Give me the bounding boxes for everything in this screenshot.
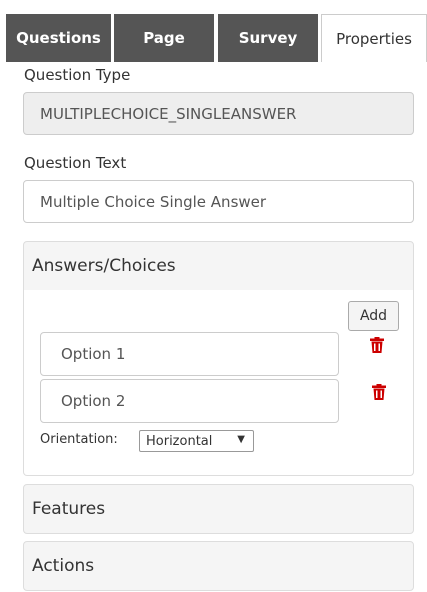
- dropdown-arrow-icon: ▼: [237, 434, 245, 445]
- tab-survey[interactable]: Survey: [218, 14, 318, 62]
- actions-panel-header[interactable]: Actions: [23, 541, 414, 591]
- tab-page[interactable]: Page: [114, 14, 214, 62]
- trash-icon[interactable]: [372, 384, 386, 400]
- orientation-value: Horizontal: [146, 433, 213, 449]
- question-type-label: Question Type: [24, 66, 131, 84]
- tab-properties[interactable]: Properties: [321, 14, 427, 62]
- orientation-select[interactable]: Horizontal ▼: [139, 430, 254, 452]
- option-input-1[interactable]: Option 1: [40, 332, 339, 376]
- question-text-input[interactable]: Multiple Choice Single Answer: [23, 180, 414, 223]
- add-option-button[interactable]: Add: [348, 301, 399, 331]
- trash-icon[interactable]: [370, 337, 384, 353]
- option-input-2[interactable]: Option 2: [40, 379, 339, 423]
- question-text-label: Question Text: [24, 154, 127, 172]
- tab-bar: Questions Page Survey Properties: [0, 14, 427, 62]
- features-panel-header[interactable]: Features: [23, 484, 414, 534]
- answers-panel-header[interactable]: Answers/Choices: [23, 241, 414, 291]
- question-type-field: MULTIPLECHOICE_SINGLEANSWER: [23, 92, 414, 135]
- orientation-label: Orientation:: [40, 432, 118, 447]
- tab-questions[interactable]: Questions: [6, 14, 111, 62]
